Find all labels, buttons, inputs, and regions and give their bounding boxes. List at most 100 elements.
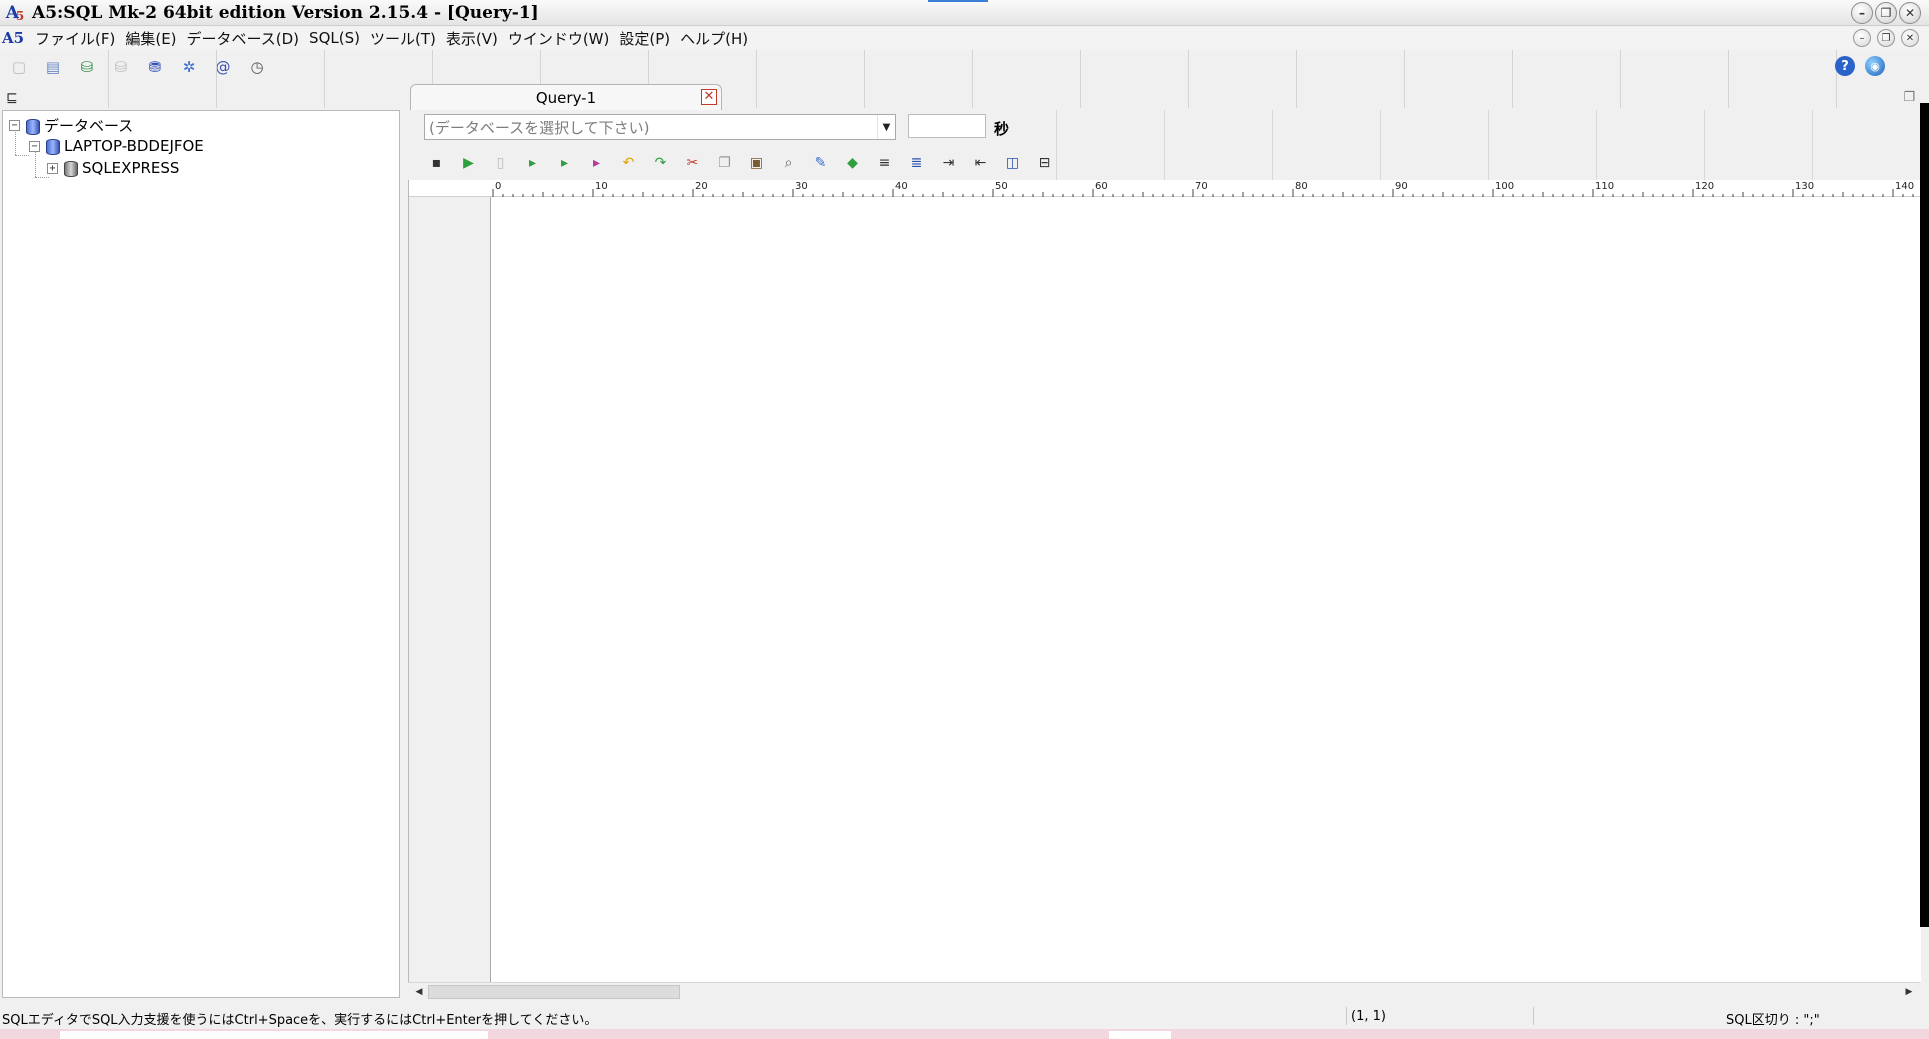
- scroll-thumb[interactable]: [428, 985, 680, 999]
- ruler-label: 0: [495, 181, 501, 192]
- database-icon[interactable]: ⛃: [144, 56, 166, 78]
- paste-icon[interactable]: ▣: [746, 152, 767, 173]
- cursor-position: (1, 1): [1351, 1009, 1386, 1024]
- expand-icon[interactable]: +: [47, 162, 58, 174]
- disconnect-icon[interactable]: ⛁: [110, 56, 132, 78]
- ruler-label: 30: [795, 181, 808, 192]
- tab-query-1[interactable]: Query-1 ✕: [410, 84, 722, 110]
- ruler-label: 140: [1895, 181, 1914, 192]
- mdi-close-icon[interactable]: ✕: [1901, 29, 1919, 47]
- help-icon[interactable]: ?: [1835, 56, 1855, 76]
- status-bar: SQLエディタでSQL入力支援を使うにはCtrl+Spaceを、実行するにはCt…: [0, 1003, 1929, 1029]
- database-tree: − データベース − LAPTOP-BDDEJFOE + SQLEXPRESS: [2, 110, 400, 998]
- status-message: SQLエディタでSQL入力支援を使うにはCtrl+Spaceを、実行するにはCt…: [2, 1013, 598, 1028]
- document-menu-icon[interactable]: A5: [2, 29, 24, 47]
- format-icon[interactable]: ◆: [842, 152, 863, 173]
- ruler-label: 50: [995, 181, 1008, 192]
- ruler-label: 100: [1495, 181, 1514, 192]
- menu-edit[interactable]: 編集(E): [120, 28, 181, 49]
- horizontal-scrollbar[interactable]: ◀ ▶: [408, 982, 1920, 1000]
- explain-icon[interactable]: ▸: [586, 152, 607, 173]
- tree-node-label: データベース: [44, 117, 134, 135]
- align-icon[interactable]: ≡: [874, 152, 895, 173]
- save-icon[interactable]: ▪: [426, 152, 447, 173]
- tree-node-databases[interactable]: − データベース: [9, 115, 133, 136]
- sql-editor: 0 10 20 30 40 50 60 70 80 90 100 110 120 130 140: [408, 180, 1921, 982]
- tab-label: Query-1: [535, 88, 597, 107]
- ruler-label: 70: [1195, 181, 1208, 192]
- database-select-placeholder: (データベースを選択して下さい): [429, 118, 650, 137]
- query-toolbar: (データベースを選択して下さい) ▼ 秒 ▪ ▶ ▯ ▸ ▸ ▸ ↶ ↷ ✂ ❐…: [408, 110, 1920, 180]
- collapse-icon[interactable]: −: [9, 120, 20, 131]
- timeout-unit-label: 秒: [994, 120, 1010, 138]
- settings-icon[interactable]: ✲: [178, 56, 200, 78]
- run-csv-icon[interactable]: ▸: [554, 152, 575, 173]
- menu-help[interactable]: ヘルプ(H): [675, 28, 753, 49]
- copy-icon[interactable]: ❐: [714, 152, 735, 173]
- restore-icon[interactable]: ❐: [1875, 2, 1897, 24]
- indent-icon[interactable]: ⇥: [938, 152, 959, 173]
- collapse-icon[interactable]: −: [29, 140, 40, 152]
- scroll-right-icon[interactable]: ▶: [1900, 983, 1918, 1001]
- close-icon[interactable]: ✕: [1899, 2, 1921, 24]
- panel-splitter[interactable]: [400, 110, 408, 998]
- ruler-label: 130: [1795, 181, 1814, 192]
- dropdown-arrow-icon[interactable]: ▼: [877, 115, 895, 139]
- app-logo-icon: A5: [5, 2, 25, 23]
- redo-icon[interactable]: ↷: [650, 152, 671, 173]
- menu-sql[interactable]: SQL(S): [304, 29, 365, 47]
- sql-delimiter: SQL区切り : ";": [1726, 1013, 1820, 1028]
- mdi-restore-icon[interactable]: ❐: [1877, 29, 1895, 47]
- tree-node-host[interactable]: − LAPTOP-BDDEJFOE: [29, 137, 204, 155]
- stop-icon[interactable]: ▯: [490, 152, 511, 173]
- web-icon[interactable]: ◉: [1865, 56, 1885, 76]
- open-icon[interactable]: ▤: [42, 56, 64, 78]
- mdi-minimize-icon[interactable]: –: [1853, 29, 1871, 47]
- tree-node-label: LAPTOP-BDDEJFOE: [64, 137, 204, 155]
- menu-bar: A5 ファイル(F) 編集(E) データベース(D) SQL(S) ツール(T)…: [0, 27, 1929, 49]
- ruler-label: 120: [1695, 181, 1714, 192]
- ruler-label: 90: [1395, 181, 1408, 192]
- menu-window[interactable]: ウインドウ(W): [503, 28, 615, 49]
- cut-icon[interactable]: ✂: [682, 152, 703, 173]
- ruler-ticks: 0 10 20 30 40 50 60 70 80 90 100 110 120 130 140: [492, 181, 1914, 197]
- close-tab-icon[interactable]: ✕: [701, 89, 717, 105]
- server-database-icon: [44, 138, 60, 155]
- title-accent: [928, 0, 988, 2]
- menu-view[interactable]: 表示(V): [441, 28, 503, 49]
- menu-database[interactable]: データベース(D): [182, 28, 305, 49]
- clock-icon[interactable]: ◷: [246, 56, 268, 78]
- find-icon[interactable]: ⌕: [778, 152, 799, 173]
- scroll-left-icon[interactable]: ◀: [410, 983, 428, 1001]
- outline-icon[interactable]: ≣: [906, 152, 927, 173]
- menu-tools[interactable]: ツール(T): [365, 28, 441, 49]
- ruler-label: 110: [1595, 181, 1614, 192]
- title-bar: A5 A5:SQL Mk-2 64bit edition Version 2.1…: [0, 0, 1929, 26]
- window-title: A5:SQL Mk-2 64bit edition Version 2.15.4…: [32, 2, 539, 23]
- mdi-controls: – ❐ ✕: [1853, 29, 1919, 47]
- minimize-icon[interactable]: –: [1851, 2, 1873, 24]
- instance-icon: [62, 160, 78, 177]
- database-group-icon: [24, 118, 40, 135]
- menu-file[interactable]: ファイル(F): [30, 28, 120, 49]
- line-number-gutter: [409, 197, 491, 982]
- outdent-icon[interactable]: ⇤: [970, 152, 991, 173]
- undo-icon[interactable]: ↶: [618, 152, 639, 173]
- menu-settings[interactable]: 設定(P): [614, 28, 675, 49]
- tree-toggle-icon[interactable]: ⊑: [6, 90, 18, 106]
- ruler-label: 20: [695, 181, 708, 192]
- tree-node-label: SQLEXPRESS: [82, 159, 180, 177]
- window-controls: – ❐ ✕: [1851, 2, 1921, 24]
- connect-icon[interactable]: ⛁: [76, 56, 98, 78]
- tree-structure-icon[interactable]: ⊟: [1034, 152, 1055, 173]
- tree-node-instance[interactable]: + SQLEXPRESS: [47, 159, 179, 177]
- new-icon[interactable]: ▢: [8, 56, 30, 78]
- timeout-input[interactable]: [908, 114, 986, 138]
- vertical-edge-strip: [1920, 103, 1929, 927]
- split-view-icon[interactable]: ◫: [1002, 152, 1023, 173]
- run-icon[interactable]: ▶: [458, 152, 479, 173]
- replace-icon[interactable]: ✎: [810, 152, 831, 173]
- sql-text-area[interactable]: [492, 197, 1921, 982]
- run-all-icon[interactable]: ▸: [522, 152, 543, 173]
- database-select[interactable]: (データベースを選択して下さい) ▼: [424, 114, 896, 140]
